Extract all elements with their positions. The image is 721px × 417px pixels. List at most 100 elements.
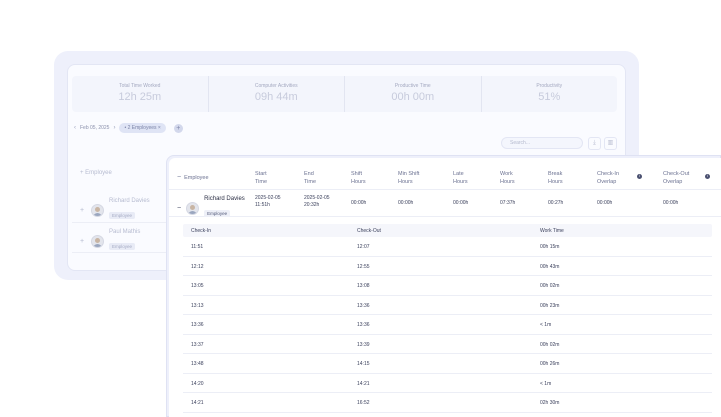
min-shift-hours-cell: 00:00h <box>398 200 414 206</box>
attendance-table: − Employee Start Time End Time Shift Hour… <box>169 158 721 417</box>
header-line: Start <box>255 171 267 177</box>
divider <box>72 222 166 223</box>
th-work-hours[interactable]: Work Hours <box>500 170 515 186</box>
table-row: 14:20 14:21 < 1m <box>183 374 712 393</box>
stat-productive-time: Productive Time 00h 00m <box>345 76 482 112</box>
checkout-cell: 13:36 <box>357 302 370 309</box>
th-employee[interactable]: − Employee <box>177 174 209 182</box>
table-row: 12:12 12:55 00h 43m <box>183 257 712 276</box>
worktime-cell: 00h 02m <box>540 283 560 289</box>
worktime-cell: < 1m <box>540 380 552 387</box>
start-time: 11:51h <box>255 202 270 208</box>
checkin-cell: 13:37 <box>191 341 204 348</box>
header-line: Check-In <box>597 171 620 177</box>
work-hours-cell: 07:37h <box>500 200 516 206</box>
role-badge: Employee <box>109 212 136 219</box>
header-line: End <box>304 171 314 177</box>
summary-stats: Total Time Worked 12h 25m Computer Activ… <box>72 76 617 112</box>
checkout-cell: 12:07 <box>357 244 370 250</box>
header-line: Hours <box>548 179 563 185</box>
shift-hours-cell: 00:00h <box>351 200 367 206</box>
header-line: Break <box>548 171 563 177</box>
search-input[interactable]: Search... <box>501 137 583 149</box>
header-line: Hours <box>453 179 468 185</box>
divider <box>72 252 166 253</box>
checkin-cell: 12:12 <box>191 263 204 270</box>
date-label[interactable]: Feb 05, 2025 <box>80 125 109 131</box>
expand-icon[interactable]: + <box>80 207 86 214</box>
start-date: 2025-02-05 <box>255 195 281 201</box>
screenshot-stage: Total Time Worked 12h 25m Computer Activ… <box>0 0 721 417</box>
th-min-shift-hours[interactable]: Min Shift Hours <box>398 170 419 186</box>
collapse-icon[interactable]: − <box>177 205 181 212</box>
th-checkout-overlap[interactable]: Check-Out Overlap <box>663 170 689 186</box>
header-line: Min Shift <box>398 171 420 177</box>
download-icon[interactable]: ⤓ <box>588 137 601 150</box>
stat-value: 12h 25m <box>118 91 162 103</box>
stat-label: Total Time Worked <box>119 83 161 89</box>
chevron-left-icon[interactable]: ‹ <box>74 125 76 131</box>
detail-header: Check-In Check-Out Work Time <box>183 224 712 237</box>
checkout-cell: 14:15 <box>357 361 370 367</box>
worktime-cell: 00h 02m <box>540 341 560 348</box>
chevron-right-icon[interactable]: › <box>113 125 115 131</box>
info-icon[interactable]: i <box>705 174 710 179</box>
header-line: Shift <box>351 171 363 177</box>
close-icon[interactable]: × <box>158 125 161 131</box>
header-line: Hours <box>351 179 366 185</box>
break-hours-cell: 00:27h <box>548 200 564 206</box>
table-row: 13:36 13:36 < 1m <box>183 315 712 335</box>
worktime-cell: 00h 15m <box>540 244 560 250</box>
employee-name: Richard Davies <box>109 198 150 204</box>
header-line: Late <box>453 171 464 177</box>
th-checkin-overlap[interactable]: Check-In Overlap <box>597 170 619 186</box>
checkout-cell: 13:36 <box>357 322 370 328</box>
expand-icon[interactable]: + <box>80 238 86 245</box>
table-row: 13:05 13:08 00h 02m <box>183 276 712 296</box>
stat-label: Productive Time <box>394 83 431 89</box>
end-time: 20:32h <box>304 202 320 208</box>
stat-label: Productivity <box>536 83 563 89</box>
filter-bar: ‹ Feb 05, 2025 › • 2 Employees × + <box>74 122 183 134</box>
worktime-cell: < 1m <box>540 322 552 328</box>
checkin-detail-table: Check-In Check-Out Work Time 11:51 12:07… <box>183 224 712 413</box>
employees-filter-chip[interactable]: • 2 Employees × <box>119 123 166 133</box>
header-line: Check-Out <box>663 171 690 177</box>
detail-header-worktime: Work Time <box>540 228 564 234</box>
th-start-time[interactable]: Start Time <box>255 170 267 186</box>
start-time-cell: 2025-02-05 11:51h <box>255 195 281 209</box>
checkin-cell: 13:13 <box>191 302 204 309</box>
checkout-overlap-cell: 00:00h <box>663 200 679 206</box>
add-filter-icon[interactable]: + <box>173 123 183 133</box>
checkout-cell: 14:21 <box>357 380 370 387</box>
avatar <box>186 201 200 215</box>
worktime-cell: 00h 43m <box>540 263 560 270</box>
worktime-cell: 00h 23m <box>540 302 560 309</box>
stat-value: 09h 44m <box>254 91 298 103</box>
header-line: Overlap <box>597 179 617 185</box>
back-employee-header: + Employee <box>80 170 112 176</box>
th-shift-hours[interactable]: Shift Hours <box>351 170 366 186</box>
back-row-richard[interactable]: + Richard Davies Employee <box>80 198 150 222</box>
th-end-time[interactable]: End Time <box>304 170 316 186</box>
header-line: Time <box>255 179 268 185</box>
role-badge: Employee <box>109 243 136 250</box>
header-line: Hours <box>500 179 515 185</box>
th-late-hours[interactable]: Late Hours <box>453 170 468 186</box>
info-icon[interactable]: i <box>637 174 642 179</box>
back-row-paul[interactable]: + Paul Mathis Employee <box>80 229 140 253</box>
stat-label: Computer Activities <box>254 83 298 89</box>
stat-value: 00h 00m <box>391 91 435 103</box>
checkin-cell: 13:05 <box>191 283 204 289</box>
checkin-cell: 13:48 <box>191 361 204 367</box>
worktime-cell: 02h 30m <box>540 400 560 406</box>
columns-icon[interactable]: ▥ <box>604 137 617 150</box>
checkout-cell: 12:55 <box>357 263 370 270</box>
collapse-all-icon[interactable]: − <box>177 174 181 181</box>
th-break-hours[interactable]: Break Hours <box>548 170 563 186</box>
header-label: Employee <box>184 175 209 181</box>
late-hours-cell: 00:00h <box>453 200 469 206</box>
table-row[interactable]: − Richard Davies Employee 2025-02-05 11:… <box>169 191 721 217</box>
table-row: 13:48 14:15 00h 26m <box>183 354 712 374</box>
table-row: 11:51 12:07 00h 15m <box>183 237 712 257</box>
